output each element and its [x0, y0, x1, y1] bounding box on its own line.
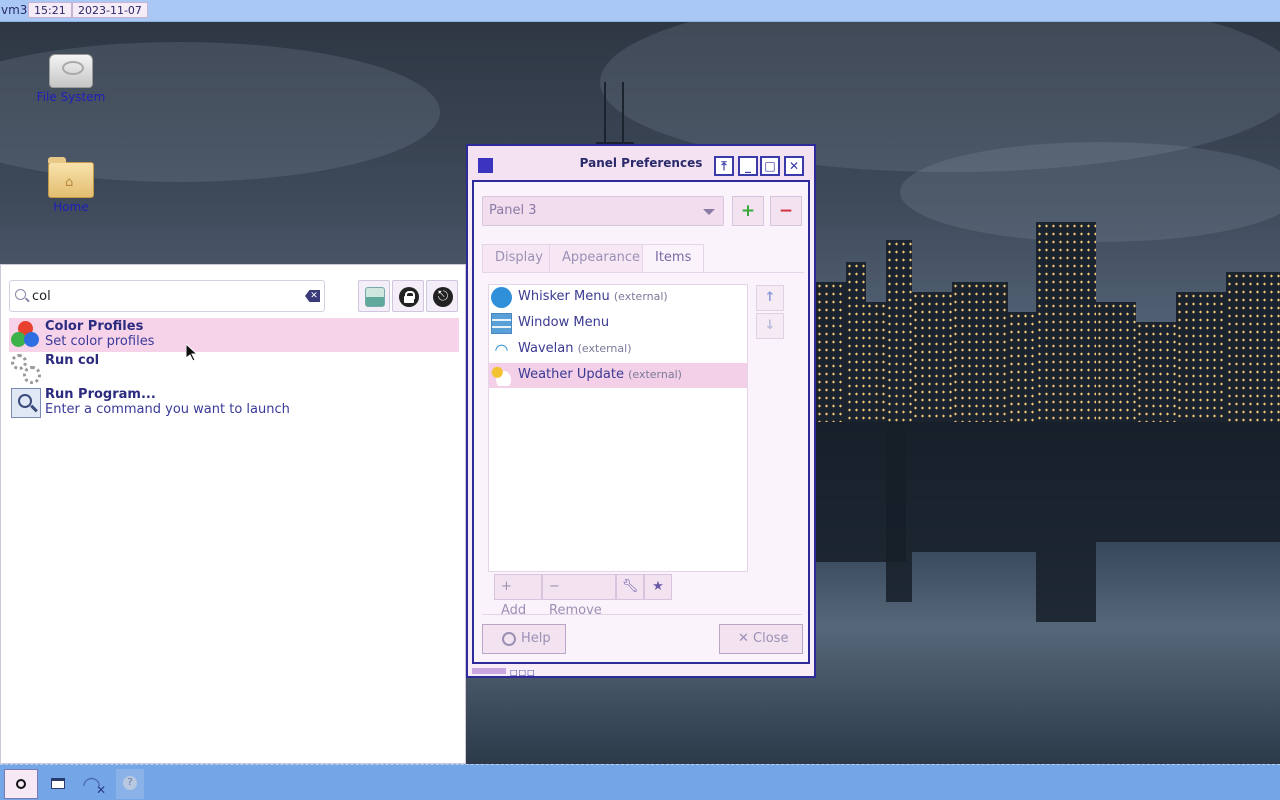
panel-preferences-dialog: Panel Preferences ⤒ _ □ ✕ Panel 3 + − Di…: [466, 144, 816, 678]
item-suffix: (external): [577, 342, 632, 355]
window-menu-icon: [491, 313, 512, 334]
weather-plugin[interactable]: ?: [116, 769, 144, 799]
item-name: Window Menu: [518, 315, 610, 330]
maximize-icon[interactable]: □: [760, 156, 780, 176]
close-icon: ✕: [738, 631, 754, 646]
x-icon: ✕: [96, 783, 107, 797]
minus-icon: −: [778, 201, 794, 221]
item-properties-button[interactable]: 🔧︎: [616, 574, 644, 600]
close-label: Close: [753, 631, 789, 646]
stick-window-icon[interactable]: ⤒: [714, 156, 734, 176]
gears-icon: [11, 354, 41, 384]
result-color-profiles[interactable]: Color Profiles Set color profiles: [9, 318, 459, 352]
top-panel: vm3 15:21 2023-11-07: [0, 0, 1280, 22]
help-button[interactable]: Help: [482, 624, 566, 654]
close-button[interactable]: ✕ Close: [719, 624, 803, 654]
add-item-label: Add: [501, 603, 527, 618]
remove-item-button[interactable]: − Remove: [542, 574, 616, 618]
item-name: Weather Update: [518, 367, 624, 382]
list-item-whisker-menu[interactable]: Whisker Menu (external): [489, 285, 747, 310]
search-input[interactable]: [32, 286, 302, 306]
result-title: Color Profiles: [45, 319, 144, 334]
close-icon[interactable]: ✕: [784, 156, 804, 176]
panel-select-value: Panel 3: [489, 203, 537, 218]
bottom-panel: ◠ ✕ ?: [0, 764, 1280, 800]
result-run-program[interactable]: Run Program... Enter a command you want …: [9, 386, 459, 420]
result-subtitle: Set color profiles: [45, 334, 155, 349]
add-item-button[interactable]: + Add: [494, 574, 542, 618]
plus-icon: +: [501, 579, 512, 594]
desktop-icon-label: Home: [53, 200, 89, 214]
wrench-icon: 🔧︎: [621, 579, 639, 594]
wavelan-plugin[interactable]: ◠ ✕: [78, 769, 112, 799]
desktop-icon-file-system[interactable]: File System: [26, 54, 116, 104]
arrow-down-icon: ↓: [764, 318, 776, 333]
dialog-content: Panel 3 + − Display Appearance Items Whi…: [472, 180, 810, 664]
item-suffix: (external): [628, 368, 682, 381]
tab-display[interactable]: Display: [482, 244, 556, 272]
clock-date[interactable]: 2023-11-07: [72, 2, 148, 18]
list-item-window-menu[interactable]: Window Menu: [489, 311, 747, 336]
whisker-menu-icon: [491, 287, 512, 308]
home-folder-icon: ⌂: [48, 157, 94, 198]
settings-button[interactable]: [358, 280, 390, 312]
menu-icon: [16, 779, 26, 789]
minimize-icon[interactable]: _: [738, 156, 758, 176]
separator: [482, 614, 802, 615]
minus-icon: −: [549, 579, 560, 594]
search-field[interactable]: ✕: [9, 280, 325, 312]
move-down-button[interactable]: ↓: [756, 313, 784, 339]
remove-item-label: Remove: [549, 603, 602, 618]
tab-appearance[interactable]: Appearance: [549, 244, 654, 272]
add-panel-button[interactable]: +: [732, 196, 764, 226]
result-subtitle: Enter a command you want to launch: [45, 402, 290, 417]
show-desktop-button[interactable]: [42, 769, 76, 799]
window-icon: [51, 778, 65, 789]
clear-search-icon[interactable]: ✕: [305, 290, 320, 302]
whisker-menu-button[interactable]: [4, 769, 38, 799]
help-label: Help: [521, 631, 551, 646]
window-resize-handle[interactable]: □□□: [472, 668, 810, 677]
item-name: Wavelan: [518, 341, 574, 356]
panel-items-list[interactable]: Whisker Menu (external) Window Menu ◠ Wa…: [488, 284, 748, 572]
remove-panel-button[interactable]: −: [770, 196, 802, 226]
move-up-button[interactable]: ↑: [756, 285, 784, 311]
hostname-label: vm3: [1, 3, 28, 17]
star-icon: ★: [652, 579, 664, 594]
clock-time[interactable]: 15:21: [28, 2, 72, 18]
unknown-weather-icon: ?: [123, 776, 137, 790]
mouse-cursor-icon: [186, 344, 198, 362]
help-icon: [502, 632, 516, 646]
plus-icon: +: [740, 201, 756, 221]
logout-icon: [433, 287, 453, 307]
run-program-icon: [11, 388, 41, 418]
desktop-icon-home[interactable]: ⌂ Home: [26, 157, 116, 214]
panel-select[interactable]: Panel 3: [482, 196, 724, 226]
settings-manager-icon: [365, 287, 385, 307]
search-icon: [15, 289, 26, 300]
tab-items[interactable]: Items: [642, 244, 705, 272]
drive-icon: [49, 54, 93, 88]
wifi-icon: ◠: [494, 340, 509, 359]
item-suffix: (external): [613, 290, 668, 303]
log-out-button[interactable]: [426, 280, 458, 312]
about-item-button[interactable]: ★: [644, 574, 672, 600]
whisker-menu: ✕ Color Profiles Set color profiles Run …: [0, 264, 466, 764]
color-profiles-icon: [11, 320, 41, 350]
lock-screen-button[interactable]: [392, 280, 424, 312]
list-item-weather-update[interactable]: Weather Update (external): [489, 363, 747, 388]
dialog-titlebar[interactable]: Panel Preferences ⤒ _ □ ✕: [468, 146, 814, 180]
result-title: Run Program...: [45, 387, 156, 402]
desktop-icon-label: File System: [36, 90, 106, 104]
arrow-up-icon: ↑: [764, 290, 776, 305]
result-title: Run col: [45, 353, 100, 368]
result-run-col[interactable]: Run col: [9, 352, 459, 386]
item-name: Whisker Menu: [518, 289, 610, 304]
weather-icon: [491, 365, 512, 386]
lock-icon: [399, 287, 419, 307]
list-item-wavelan[interactable]: ◠ Wavelan (external): [489, 337, 747, 362]
chevron-down-icon: [703, 209, 715, 215]
